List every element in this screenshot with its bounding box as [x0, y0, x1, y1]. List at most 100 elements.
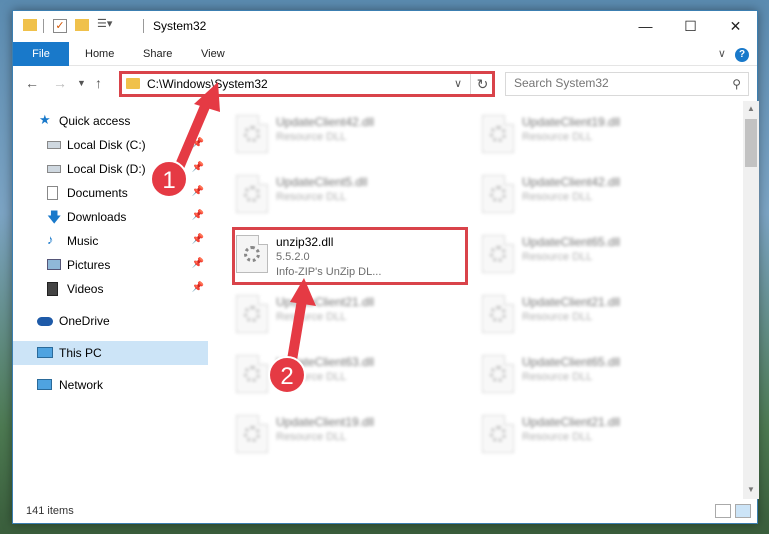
address-highlight	[119, 71, 495, 97]
videos-icon	[47, 282, 58, 296]
sidebar-item-pictures[interactable]: Pictures 📌	[13, 253, 208, 277]
pin-icon[interactable]: 📌	[192, 186, 204, 197]
file-name: UpdateClient19.dll	[276, 415, 375, 429]
large-icons-view-icon[interactable]	[735, 504, 751, 518]
navigation-bar: ← → ▼ ↑ C:\Windows\System32 ∨ ↻ ⚲	[13, 67, 757, 101]
tab-view[interactable]: View	[191, 42, 235, 66]
sidebar-item-label: Documents	[67, 186, 128, 200]
sidebar-item-onedrive[interactable]: OneDrive	[13, 309, 208, 333]
dll-file-icon	[236, 175, 268, 213]
dll-file-icon	[482, 355, 514, 393]
customize-toolbar-icon[interactable]: ☰▾	[97, 17, 112, 30]
document-icon	[47, 186, 58, 200]
file-item[interactable]: UpdateClient21.dll Resource DLL	[474, 289, 714, 345]
close-button[interactable]: ✕	[713, 11, 758, 41]
star-icon: ★	[39, 112, 51, 127]
file-type: Resource DLL	[276, 311, 347, 323]
sidebar-item-quick-access[interactable]: ★ Quick access	[13, 109, 208, 133]
sidebar-item-network[interactable]: Network	[13, 373, 208, 397]
sidebar-item-music[interactable]: ♪ Music 📌	[13, 229, 208, 253]
file-highlight	[232, 227, 468, 285]
file-item[interactable]: UpdateClient65.dll Resource DLL	[474, 349, 714, 405]
file-type: Resource DLL	[522, 191, 593, 203]
tab-file[interactable]: File	[13, 42, 69, 66]
scroll-down-icon[interactable]: ▼	[743, 485, 759, 494]
file-type: Resource DLL	[276, 191, 347, 203]
pictures-icon	[47, 259, 61, 270]
cloud-icon	[37, 317, 53, 326]
pin-icon[interactable]: 📌	[192, 210, 204, 221]
pin-icon[interactable]: 📌	[192, 282, 204, 293]
maximize-button[interactable]: ☐	[668, 11, 713, 41]
sidebar-item-label: Local Disk (C:)	[67, 138, 146, 152]
dll-file-icon	[236, 355, 268, 393]
sidebar-item-label: Downloads	[67, 210, 127, 224]
pin-icon[interactable]: 📌	[192, 258, 204, 269]
sidebar-item-label: Videos	[67, 282, 104, 296]
file-item[interactable]: UpdateClient42.dll Resource DLL	[228, 109, 468, 165]
file-item[interactable]: UpdateClient21.dll Resource DLL	[474, 409, 714, 465]
file-name: UpdateClient42.dll	[276, 115, 375, 129]
music-icon: ♪	[47, 232, 54, 247]
status-bar: 141 items	[13, 501, 757, 523]
file-type: Resource DLL	[276, 431, 347, 443]
file-item[interactable]: UpdateClient19.dll Resource DLL	[228, 409, 468, 465]
file-name: UpdateClient19.dll	[522, 115, 621, 129]
vertical-scrollbar[interactable]: ▲ ▼	[743, 101, 759, 499]
search-input[interactable]	[514, 76, 714, 90]
file-item[interactable]: UpdateClient21.dll Resource DLL	[228, 289, 468, 345]
download-icon: 🡇	[47, 209, 62, 225]
file-item[interactable]: UpdateClient63.dll Resource DLL	[228, 349, 468, 405]
help-icon[interactable]: ?	[735, 48, 749, 62]
properties-icon[interactable]: ✓	[53, 19, 67, 33]
file-name: UpdateClient21.dll	[522, 415, 621, 429]
file-list: UpdateClient42.dll Resource DLL UpdateCl…	[208, 101, 743, 501]
new-folder-icon[interactable]	[75, 19, 89, 31]
navigation-pane: ★ Quick access Local Disk (C:) 📌 Local D…	[13, 101, 208, 501]
step-2-badge: 2	[268, 356, 306, 394]
sidebar-item-label: OneDrive	[59, 314, 110, 328]
computer-icon	[37, 347, 53, 358]
file-item[interactable]: UpdateClient42.dll Resource DLL	[474, 169, 714, 225]
scroll-thumb[interactable]	[745, 119, 757, 167]
dll-file-icon	[482, 115, 514, 153]
file-item[interactable]: UpdateClient5.dll Resource DLL	[228, 169, 468, 225]
pin-icon[interactable]: 📌	[192, 138, 204, 149]
scroll-up-icon[interactable]: ▲	[743, 104, 759, 113]
tab-home[interactable]: Home	[75, 42, 124, 66]
dll-file-icon	[236, 415, 268, 453]
dll-file-icon	[236, 295, 268, 333]
sidebar-item-local-disk-c[interactable]: Local Disk (C:) 📌	[13, 133, 208, 157]
separator	[143, 19, 144, 33]
file-type: Resource DLL	[522, 131, 593, 143]
chevron-down-icon[interactable]: ∨	[718, 48, 726, 60]
drive-icon	[47, 165, 61, 173]
recent-locations-icon[interactable]: ▼	[77, 78, 86, 88]
sidebar-item-label: Music	[67, 234, 99, 248]
network-icon	[37, 379, 52, 390]
sidebar-item-videos[interactable]: Videos 📌	[13, 277, 208, 301]
window-title: System32	[153, 19, 207, 33]
dll-file-icon	[236, 115, 268, 153]
file-type: Resource DLL	[522, 251, 593, 263]
search-icon[interactable]: ⚲	[732, 77, 741, 91]
file-item[interactable]: UpdateClient65.dll Resource DLL	[474, 229, 714, 285]
file-name: UpdateClient42.dll	[522, 175, 621, 189]
minimize-button[interactable]: —	[623, 11, 668, 41]
tab-share[interactable]: Share	[133, 42, 182, 66]
sidebar-item-downloads[interactable]: 🡇 Downloads 📌	[13, 205, 208, 229]
search-box[interactable]: ⚲	[505, 72, 749, 96]
file-item[interactable]: UpdateClient19.dll Resource DLL	[474, 109, 714, 165]
file-type: Resource DLL	[522, 311, 593, 323]
item-count: 141 items	[26, 505, 74, 517]
step-1-badge: 1	[150, 160, 188, 198]
up-arrow-icon[interactable]: ↑	[95, 75, 102, 91]
back-arrow-icon[interactable]: ←	[25, 75, 39, 91]
pin-icon[interactable]: 📌	[192, 234, 204, 245]
dll-file-icon	[482, 295, 514, 333]
details-view-icon[interactable]	[715, 504, 731, 518]
sidebar-item-label: Local Disk (D:)	[67, 162, 146, 176]
pin-icon[interactable]: 📌	[192, 162, 204, 173]
sidebar-item-this-pc[interactable]: This PC	[13, 341, 208, 365]
forward-arrow-icon[interactable]: →	[53, 75, 67, 91]
